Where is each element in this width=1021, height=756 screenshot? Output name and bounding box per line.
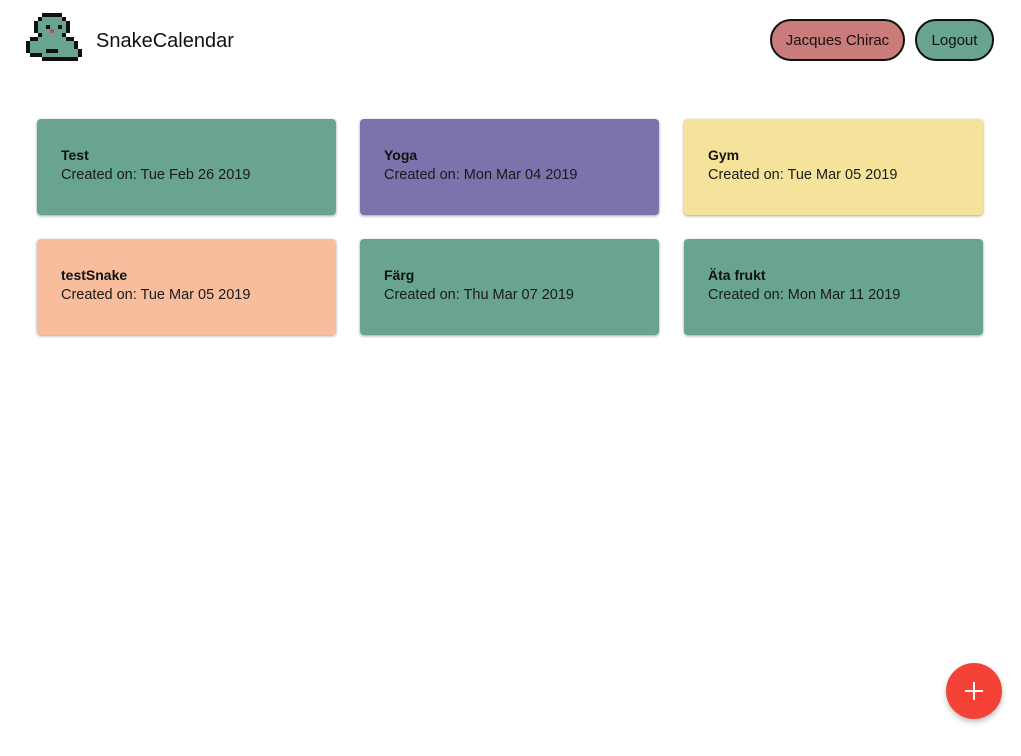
plus-icon [965,682,983,700]
calendar-card[interactable]: testSnake Created on: Tue Mar 05 2019 [37,239,336,335]
calendar-title: Färg [384,267,415,283]
logout-button[interactable]: Logout [915,19,994,61]
calendar-card[interactable]: Yoga Created on: Mon Mar 04 2019 [360,119,659,215]
app-title: SnakeCalendar [96,30,234,52]
calendar-created-date: Created on: Mon Mar 04 2019 [384,167,578,183]
calendar-title: Gym [708,147,740,163]
calendar-title: Äta frukt [708,267,766,283]
calendar-title: testSnake [61,267,128,283]
calendar-created-date: Created on: Tue Feb 26 2019 [61,167,251,183]
calendar-title: Test [61,147,89,163]
calendar-card[interactable]: Gym Created on: Tue Mar 05 2019 [684,119,983,215]
calendar-created-date: Created on: Tue Mar 05 2019 [708,167,898,183]
app-header: SnakeCalendar Jacques Chirac Logout [0,0,1021,80]
calendar-created-date: Created on: Mon Mar 11 2019 [708,287,901,303]
add-calendar-button[interactable] [946,663,1002,719]
user-profile-button[interactable]: Jacques Chirac [770,19,905,61]
calendar-created-date: Created on: Tue Mar 05 2019 [61,287,251,303]
snake-logo-icon[interactable] [26,13,82,61]
calendar-created-date: Created on: Thu Mar 07 2019 [384,287,574,303]
calendar-card[interactable]: Färg Created on: Thu Mar 07 2019 [360,239,659,335]
calendar-title: Yoga [384,147,418,163]
calendar-card[interactable]: Äta frukt Created on: Mon Mar 11 2019 [684,239,983,335]
calendar-card[interactable]: Test Created on: Tue Feb 26 2019 [37,119,336,215]
